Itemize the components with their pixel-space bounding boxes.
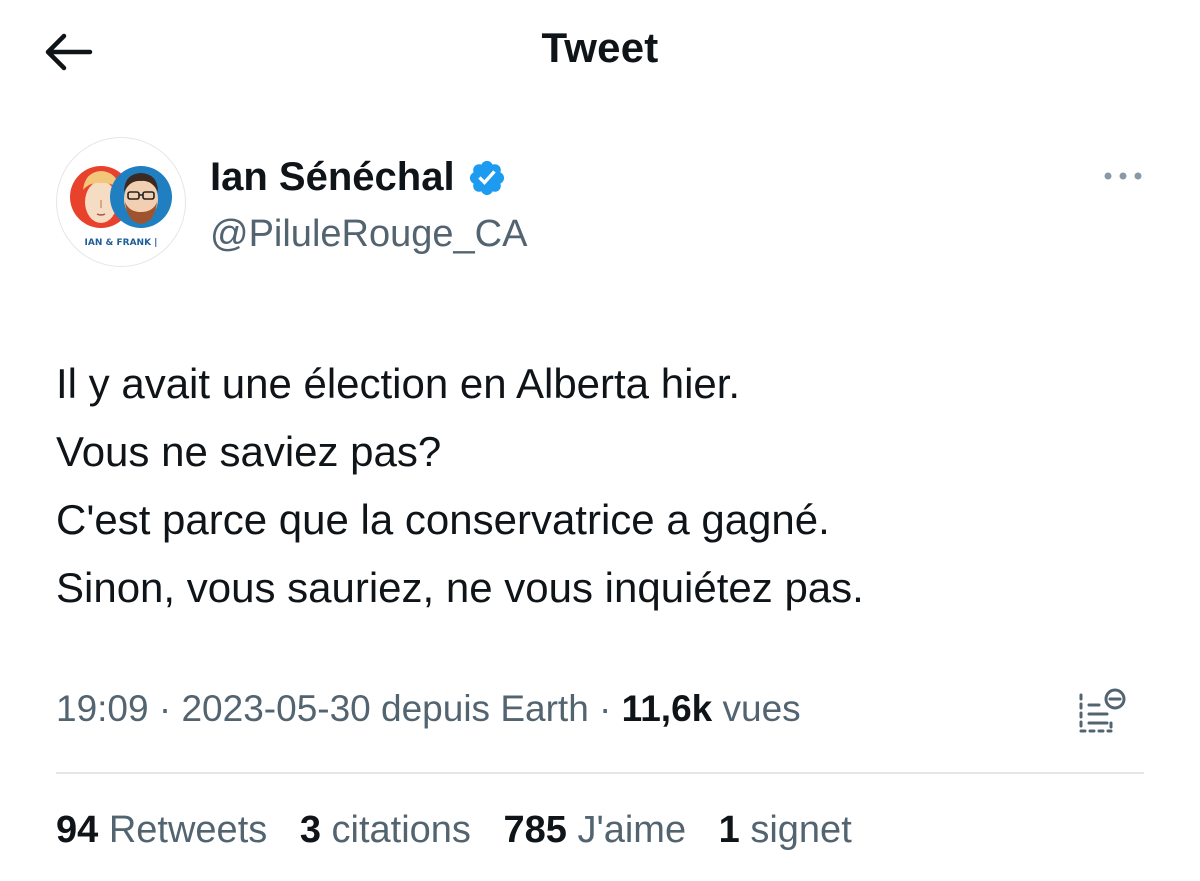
author-display-name[interactable]: Ian Sénéchal <box>210 155 455 200</box>
analytics-button[interactable] <box>1074 684 1130 740</box>
author-handle[interactable]: @PiluleRouge_CA <box>210 213 527 256</box>
views-label: vues <box>712 688 801 729</box>
tweet-metadata: 19:09 · 2023-05-30 depuis Earth · 11,6k … <box>56 688 801 730</box>
avatar-caption: IAN & FRANK | <box>84 238 158 248</box>
tweet-author: IAN & FRANK | Ian Sénéchal @PiluleRouge_… <box>56 137 1146 267</box>
tweet-source: depuis Earth <box>370 688 589 729</box>
retweets-count: 94 <box>56 809 99 851</box>
quotes-label: citations <box>331 809 471 851</box>
tweet-stats: 94 Retweets 3 citations 785 J'aime 1 sig… <box>56 809 874 852</box>
tweet-date[interactable]: 2023-05-30 <box>181 688 370 729</box>
likes-label: J'aime <box>577 809 687 851</box>
tweet-line: Sinon, vous sauriez, ne vous inquiétez p… <box>56 564 864 611</box>
bookmarks-count: 1 <box>718 809 740 851</box>
page-title: Tweet <box>541 24 659 71</box>
bookmarks-label: signet <box>750 809 852 851</box>
tweet-line: C'est parce que la conservatrice a gagné… <box>56 496 830 543</box>
avatar[interactable]: IAN & FRANK | <box>56 137 186 267</box>
retweets-stat[interactable]: 94 Retweets <box>56 809 267 852</box>
meta-separator: · <box>588 688 622 729</box>
tweet-line: Il y avait une élection en Alberta hier. <box>56 360 741 407</box>
top-bar: Tweet <box>0 0 1200 105</box>
divider <box>56 772 1144 774</box>
views-count: 11,6k <box>621 688 713 729</box>
retweets-label: Retweets <box>108 809 268 851</box>
analytics-icon <box>1079 688 1126 733</box>
likes-stat[interactable]: 785 J'aime <box>503 809 686 852</box>
more-options-button[interactable] <box>1096 161 1150 191</box>
tweet-text: Il y avait une élection en Alberta hier.… <box>56 350 1146 622</box>
author-name-row: Ian Sénéchal <box>210 155 507 200</box>
bookmarks-stat[interactable]: 1 signet <box>719 809 852 852</box>
tweet-time[interactable]: 19:09 <box>56 688 149 729</box>
verified-badge-icon[interactable] <box>467 158 507 198</box>
more-dots-icon <box>1104 172 1142 180</box>
tweet-line: Vous ne saviez pas? <box>56 428 442 475</box>
quotes-count: 3 <box>299 809 321 851</box>
likes-count: 785 <box>503 809 567 851</box>
meta-separator: · <box>148 688 182 729</box>
quotes-stat[interactable]: 3 citations <box>300 809 471 852</box>
